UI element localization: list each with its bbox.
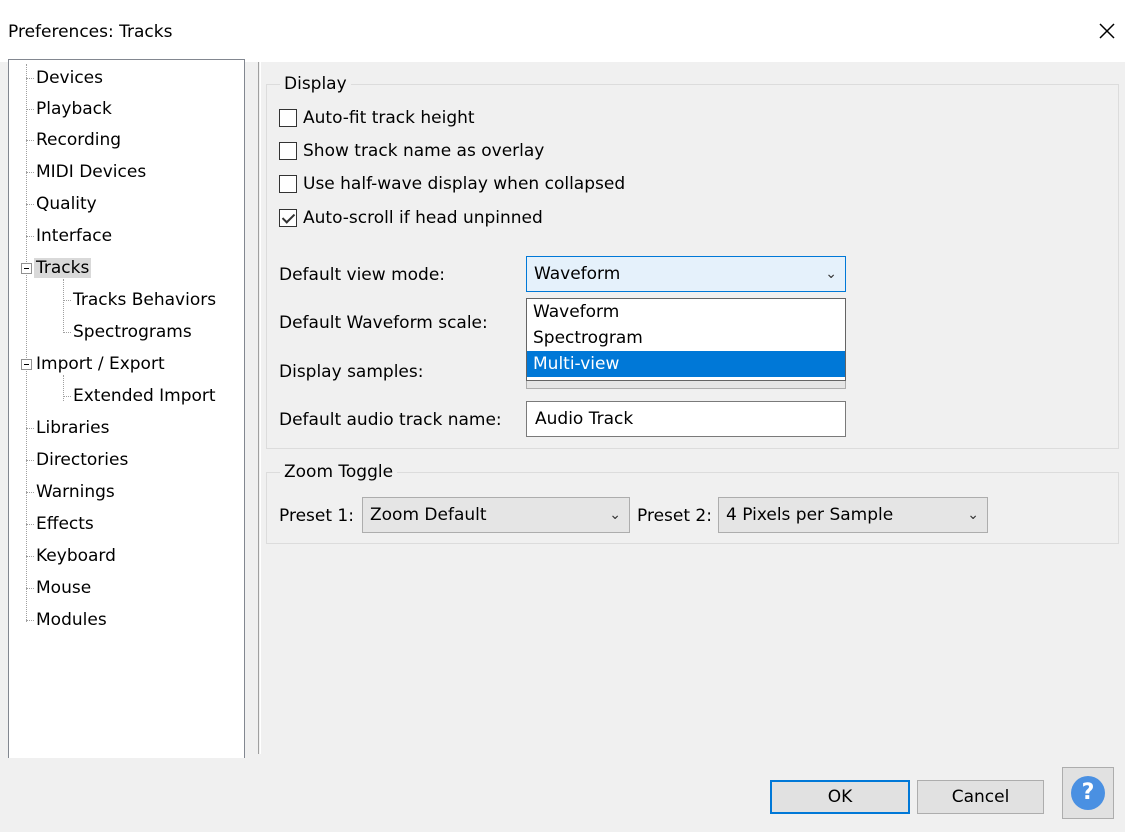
tree-connector xyxy=(26,428,34,429)
preset-2-select[interactable]: 4 Pixels per Sample ⌄ xyxy=(718,497,988,533)
tree-item-recording[interactable]: Recording xyxy=(34,126,123,154)
collapse-import-export-icon[interactable] xyxy=(21,359,32,370)
cancel-button[interactable]: Cancel xyxy=(917,780,1044,814)
show-track-name-overlay-checkbox[interactable] xyxy=(279,142,297,160)
default-audio-track-name-input[interactable]: Audio Track xyxy=(526,401,846,437)
tree-item-interface[interactable]: Interface xyxy=(34,222,114,250)
auto-fit-track-height-checkbox[interactable] xyxy=(279,109,297,127)
tree-connector xyxy=(26,204,34,205)
tree-connector xyxy=(26,524,34,525)
tree-item-midi-devices[interactable]: MIDI Devices xyxy=(34,158,148,186)
tree-connector xyxy=(63,396,71,397)
checkbox-label: Auto-fit track height xyxy=(303,108,475,128)
show-track-name-overlay-option[interactable]: Show track name as overlay xyxy=(279,138,544,164)
window-title: Preferences: Tracks xyxy=(8,22,173,42)
tree-connector xyxy=(63,332,71,333)
chevron-down-icon: ⌄ xyxy=(967,507,979,523)
tree-item-tracks-behaviors[interactable]: Tracks Behaviors xyxy=(71,286,218,314)
default-view-mode-select[interactable]: Waveform ⌄ xyxy=(526,256,846,292)
tree-connector xyxy=(26,492,34,493)
checkbox-label: Show track name as overlay xyxy=(303,141,545,161)
tree-item-playback[interactable]: Playback xyxy=(34,95,114,123)
tree-connector xyxy=(26,109,34,110)
tree-connector xyxy=(26,460,34,461)
tree-item-modules[interactable]: Modules xyxy=(34,606,109,634)
default-view-mode-label: Default view mode: xyxy=(279,265,446,285)
tree-item-warnings[interactable]: Warnings xyxy=(34,478,117,506)
tree-item-keyboard[interactable]: Keyboard xyxy=(34,542,118,570)
dropdown-option-waveform[interactable]: Waveform xyxy=(527,299,845,325)
tree-connector xyxy=(26,140,34,141)
help-button[interactable]: ? xyxy=(1062,767,1114,819)
auto-scroll-checkbox[interactable] xyxy=(279,209,297,227)
tree-item-tracks[interactable]: Tracks xyxy=(34,254,92,282)
tree-connector xyxy=(63,279,64,331)
tree-connector xyxy=(26,64,27,622)
auto-scroll-option[interactable]: Auto-scroll if head unpinned xyxy=(279,205,543,231)
tree-item-extended-import[interactable]: Extended Import xyxy=(71,382,218,410)
display-samples-label: Display samples: xyxy=(279,362,424,382)
tree-connector xyxy=(63,375,64,401)
checkbox-label: Auto-scroll if head unpinned xyxy=(303,208,543,228)
tree-connector xyxy=(26,620,34,621)
help-icon: ? xyxy=(1071,776,1105,810)
tree-item-directories[interactable]: Directories xyxy=(34,446,130,474)
tree-item-quality[interactable]: Quality xyxy=(34,190,99,218)
preset-1-select[interactable]: Zoom Default ⌄ xyxy=(362,497,630,533)
dropdown-option-multi-view[interactable]: Multi-view xyxy=(527,351,845,377)
tree-item-devices[interactable]: Devices xyxy=(34,64,105,92)
title-bar: Preferences: Tracks xyxy=(0,0,1125,62)
preset-1-label: Preset 1: xyxy=(279,506,354,526)
default-audio-track-name-label: Default audio track name: xyxy=(279,410,502,430)
pane-splitter[interactable] xyxy=(258,62,261,754)
half-wave-display-checkbox[interactable] xyxy=(279,175,297,193)
tree-connector xyxy=(26,78,34,79)
dropdown-option-spectrogram[interactable]: Spectrogram xyxy=(527,325,845,351)
default-waveform-scale-label: Default Waveform scale: xyxy=(279,313,488,333)
ok-button[interactable]: OK xyxy=(770,780,910,814)
tree-connector xyxy=(26,556,34,557)
tree-item-spectrograms[interactable]: Spectrograms xyxy=(71,318,194,346)
tree-item-mouse[interactable]: Mouse xyxy=(34,574,93,602)
tree-connector xyxy=(26,172,34,173)
tree-item-import-export[interactable]: Import / Export xyxy=(34,350,167,378)
view-mode-dropdown-list[interactable]: Waveform Spectrogram Multi-view xyxy=(526,298,846,381)
tree-connector xyxy=(26,588,34,589)
checkbox-label: Use half-wave display when collapsed xyxy=(303,174,626,194)
tree-item-effects[interactable]: Effects xyxy=(34,510,96,538)
tree-connector xyxy=(26,236,34,237)
preset-2-label: Preset 2: xyxy=(637,506,712,526)
zoom-toggle-group-label: Zoom Toggle xyxy=(280,462,398,482)
tree-item-libraries[interactable]: Libraries xyxy=(34,414,111,442)
display-group-label: Display xyxy=(280,74,351,94)
tree-connector xyxy=(63,300,71,301)
chevron-down-icon: ⌄ xyxy=(825,266,837,282)
half-wave-display-option[interactable]: Use half-wave display when collapsed xyxy=(279,171,625,197)
collapse-tracks-icon[interactable] xyxy=(21,263,32,274)
auto-fit-track-height-option[interactable]: Auto-fit track height xyxy=(279,105,475,131)
close-icon[interactable] xyxy=(1092,16,1122,46)
chevron-down-icon: ⌄ xyxy=(609,507,621,523)
preferences-tree[interactable]: Devices Playback Recording MIDI Devices … xyxy=(8,59,245,759)
